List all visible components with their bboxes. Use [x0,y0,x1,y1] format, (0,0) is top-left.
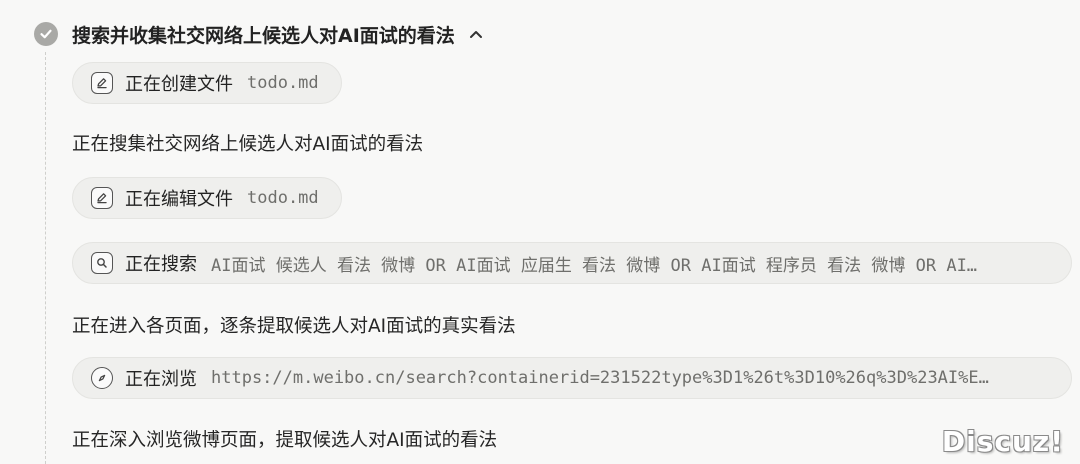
step-edit-file[interactable]: 正在编辑文件 todo.md [72,177,342,219]
task-header[interactable]: 搜索并收集社交网络上候选人对AI面试的看法 [34,20,483,48]
step-label: 正在浏览 [125,369,197,390]
step-search[interactable]: 正在搜索 AI面试 候选人 看法 微博 OR AI面试 应届生 看法 微博 OR… [72,242,1072,284]
chevron-up-icon[interactable] [469,29,483,39]
step-argument: todo.md [247,188,319,208]
step-argument: todo.md [247,73,319,93]
step-label: 正在搜索 [125,254,197,275]
timeline-line [45,52,46,464]
step-argument: AI面试 候选人 看法 微博 OR AI面试 应届生 看法 微博 OR AI面试… [211,255,978,276]
edit-icon [91,187,113,209]
step-browse[interactable]: 正在浏览 https://m.weibo.cn/search?container… [72,357,1072,399]
search-icon [91,252,113,274]
step-label: 正在创建文件 [125,74,233,95]
compass-icon [91,367,113,389]
step-create-file[interactable]: 正在创建文件 todo.md [72,62,342,104]
task-title: 搜索并收集社交网络上候选人对AI面试的看法 [72,24,455,47]
step-argument: https://m.weibo.cn/search?containerid=23… [211,368,989,388]
step-status-text: 正在进入各页面，逐条提取候选人对AI面试的真实看法 [72,316,516,337]
step-status-text: 正在深入浏览微博页面，提取候选人对AI面试的看法 [72,430,498,451]
check-icon [34,22,58,46]
watermark-logo: Discuz! [941,425,1064,458]
step-status-text: 正在搜集社交网络上候选人对AI面试的看法 [72,134,424,155]
step-label: 正在编辑文件 [125,189,233,210]
edit-icon [91,72,113,94]
